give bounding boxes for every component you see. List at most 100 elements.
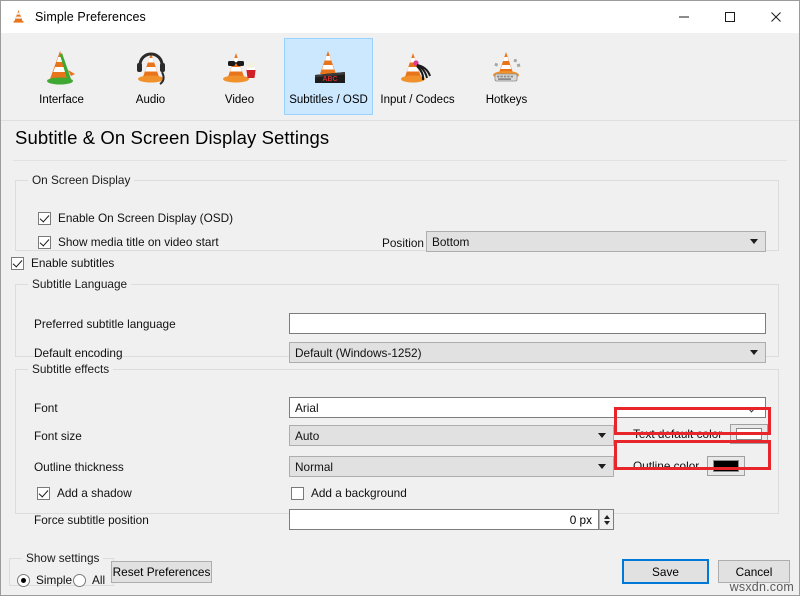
position-select[interactable]: Bottom: [426, 231, 766, 252]
outline-thickness-label: Outline thickness: [34, 460, 124, 474]
subtitle-effects-group: Subtitle effects Font Arial Font size Au…: [15, 362, 779, 514]
font-label: Font: [34, 401, 58, 415]
radio-all[interactable]: [73, 574, 86, 587]
group-legend: Subtitle Language: [28, 277, 131, 291]
radio-all-label: All: [92, 573, 105, 587]
tab-hotkeys[interactable]: Hotkeys: [462, 38, 551, 115]
font-label-row: Font: [34, 401, 58, 415]
font-size-label: Font size: [34, 429, 82, 443]
position-label-row: Position: [382, 236, 424, 250]
save-button[interactable]: Save: [622, 559, 709, 584]
preferred-language-input[interactable]: [289, 313, 766, 334]
page-title: Subtitle & On Screen Display Settings: [15, 127, 799, 149]
font-select[interactable]: Arial: [289, 397, 766, 418]
title-bar: Simple Preferences: [1, 1, 799, 33]
tab-label: Subtitles / OSD: [289, 94, 368, 106]
on-screen-display-group: On Screen Display Enable On Screen Displ…: [15, 173, 779, 251]
tab-subtitles-osd[interactable]: ABC Subtitles / OSD: [284, 38, 373, 115]
tab-label: Audio: [136, 94, 165, 106]
text-default-color-label: Text default color: [633, 427, 722, 441]
simple-preferences-window: Simple Preferences: [0, 0, 800, 596]
window-title: Simple Preferences: [35, 10, 146, 24]
force-position-label: Force subtitle position: [34, 513, 149, 527]
outline-thickness-label-row: Outline thickness: [34, 460, 124, 474]
position-label: Position: [382, 236, 424, 250]
vlc-cone-cables-icon: [394, 43, 442, 91]
enable-osd-checkbox[interactable]: [38, 212, 51, 225]
add-shadow-row[interactable]: Add a shadow: [37, 486, 132, 500]
tab-video[interactable]: Video: [195, 38, 284, 115]
enable-subtitles-row[interactable]: Enable subtitles: [11, 256, 114, 270]
add-shadow-checkbox[interactable]: [37, 487, 50, 500]
font-size-value: Auto: [295, 429, 319, 443]
chevron-down-icon: [750, 239, 758, 244]
chevron-down-icon: [598, 464, 606, 469]
save-label: Save: [652, 565, 679, 579]
window-controls: [661, 1, 799, 32]
show-settings-simple-radio-row[interactable]: Simple: [17, 573, 72, 587]
page-heading-area: Subtitle & On Screen Display Settings: [1, 121, 799, 153]
vlc-cone-interface-icon: [38, 43, 86, 91]
enable-osd-row[interactable]: Enable On Screen Display (OSD): [38, 211, 233, 225]
chevron-down-icon: [750, 350, 758, 355]
preferred-language-label: Preferred subtitle language: [34, 317, 176, 331]
group-legend: Show settings: [22, 551, 103, 565]
cancel-label: Cancel: [736, 565, 773, 579]
show-settings-group: Show settings Simple All: [9, 551, 114, 586]
stepper-down-icon[interactable]: [604, 521, 610, 525]
reset-preferences-button[interactable]: Reset Preferences: [111, 561, 212, 583]
enable-osd-label: Enable On Screen Display (OSD): [58, 211, 233, 225]
subtitle-language-group: Subtitle Language Preferred subtitle lan…: [15, 277, 779, 357]
outline-color-button[interactable]: [707, 456, 745, 476]
reset-preferences-label: Reset Preferences: [113, 565, 211, 579]
text-default-color-button[interactable]: [730, 424, 768, 444]
text-default-color-row[interactable]: Text default color: [633, 424, 768, 444]
default-encoding-value: Default (Windows-1252): [295, 346, 422, 360]
outline-color-label: Outline color: [633, 459, 699, 473]
tab-label: Hotkeys: [486, 94, 528, 106]
font-size-select[interactable]: Auto: [289, 425, 614, 446]
vlc-cone-glasses-icon: [216, 43, 264, 91]
maximize-icon[interactable]: [707, 1, 753, 32]
tab-label: Input / Codecs: [380, 94, 454, 106]
outline-thickness-value: Normal: [295, 460, 333, 474]
default-encoding-label: Default encoding: [34, 346, 123, 360]
close-icon[interactable]: [753, 1, 799, 32]
enable-subtitles-label: Enable subtitles: [31, 256, 114, 270]
show-media-title-label: Show media title on video start: [58, 235, 219, 249]
outline-thickness-select[interactable]: Normal: [289, 456, 614, 477]
add-background-label: Add a background: [311, 486, 407, 500]
radio-simple[interactable]: [17, 574, 30, 587]
tab-input-codecs[interactable]: Input / Codecs: [373, 38, 462, 115]
tab-label: Interface: [39, 94, 84, 106]
show-media-title-checkbox[interactable]: [38, 236, 51, 249]
add-background-checkbox[interactable]: [291, 487, 304, 500]
add-background-row[interactable]: Add a background: [291, 486, 407, 500]
vlc-cone-headphones-icon: [127, 43, 175, 91]
position-value: Bottom: [432, 235, 469, 249]
vlc-cone-icon: [10, 8, 27, 25]
default-encoding-select[interactable]: Default (Windows-1252): [289, 342, 766, 363]
radio-simple-label: Simple: [36, 573, 72, 587]
chevron-down-icon: [598, 433, 606, 438]
text-default-color-swatch: [736, 428, 762, 440]
preferred-language-label-row: Preferred subtitle language: [34, 317, 176, 331]
show-media-title-row[interactable]: Show media title on video start: [38, 235, 219, 249]
svg-text:ABC: ABC: [322, 76, 337, 83]
tab-label: Video: [225, 94, 254, 106]
group-legend: Subtitle effects: [28, 362, 113, 376]
tab-audio[interactable]: Audio: [106, 38, 195, 115]
minimize-icon[interactable]: [661, 1, 707, 32]
vlc-cone-subtitles-icon: ABC: [305, 43, 353, 91]
enable-subtitles-checkbox[interactable]: [11, 257, 24, 270]
tab-interface[interactable]: Interface: [17, 38, 106, 115]
show-settings-all-radio-row[interactable]: All: [73, 573, 105, 587]
outline-color-row[interactable]: Outline color: [633, 456, 745, 476]
force-position-stepper[interactable]: [599, 509, 614, 530]
font-size-label-row: Font size: [34, 429, 82, 443]
force-position-input[interactable]: 0 px: [289, 509, 599, 530]
stepper-up-icon[interactable]: [604, 515, 610, 519]
group-legend: On Screen Display: [28, 173, 134, 187]
preferences-content: On Screen Display Enable On Screen Displ…: [1, 161, 799, 595]
preferences-toolbar: Interface Audio: [1, 33, 799, 121]
